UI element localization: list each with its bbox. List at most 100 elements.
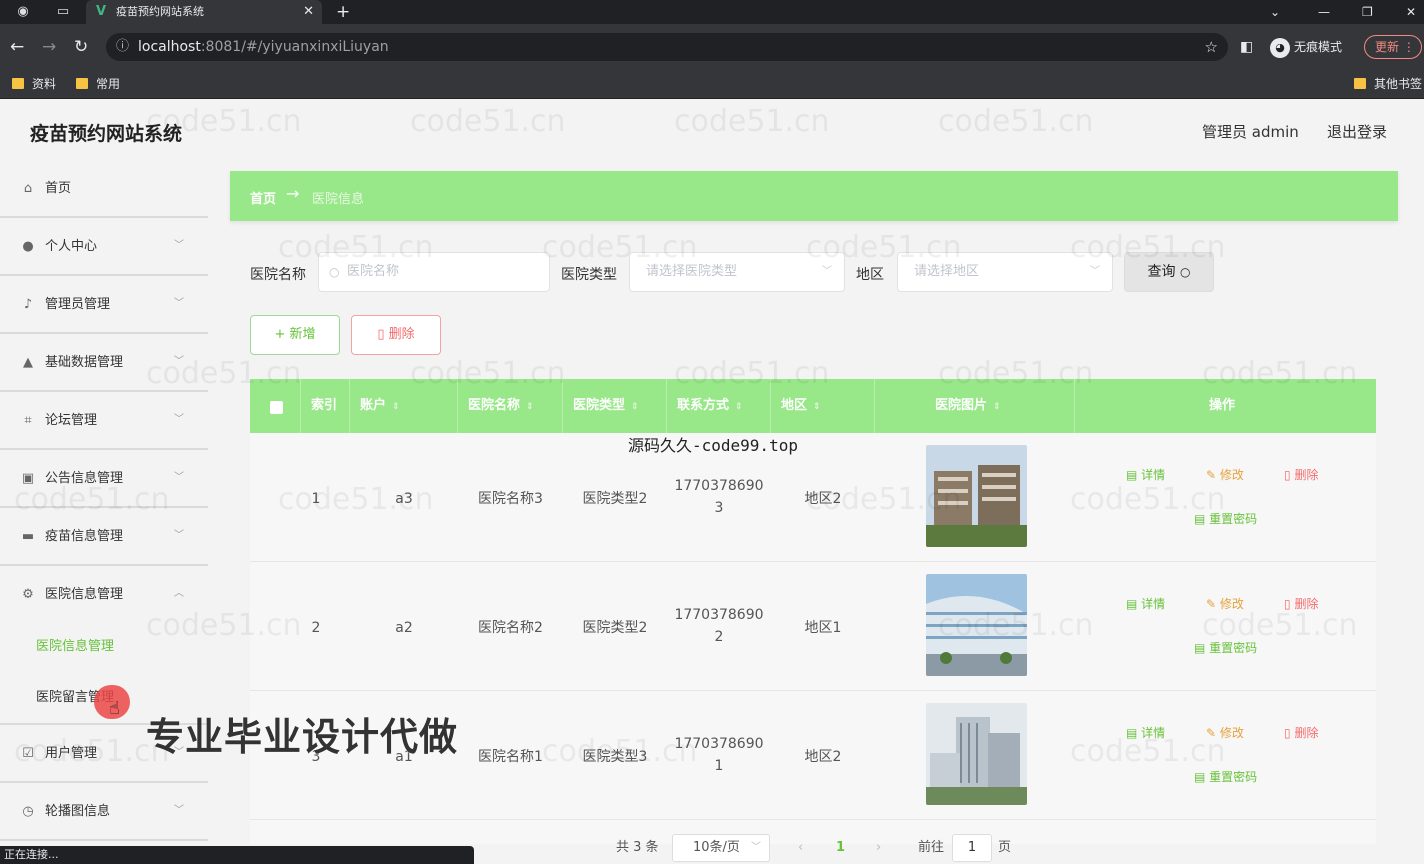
incognito-label: 无痕模式: [1294, 40, 1343, 54]
sidebar-item-base-data[interactable]: ▲ 基础数据管理 ﹀: [0, 334, 208, 392]
sidebar-item-hospital[interactable]: ⚙ 医院信息管理 ︿: [0, 566, 208, 624]
edit-button[interactable]: ✎ 修改: [1206, 467, 1244, 483]
detail-button[interactable]: ▤ 详情: [1126, 596, 1165, 612]
sidebar-item-admins[interactable]: ♪ 管理员管理 ﹀: [0, 276, 208, 334]
column-header-region[interactable]: 地区 ⇕: [771, 379, 875, 433]
delete-button[interactable]: ▯ 删除: [1284, 596, 1318, 612]
browser-toolbar: ← → ↻ ⓘ localhost:8081/#/yiyuanxinxiLiuy…: [0, 24, 1424, 70]
detail-button[interactable]: ▤ 详情: [1126, 467, 1165, 483]
next-page-icon[interactable]: ›: [876, 837, 881, 859]
folder-icon: [76, 78, 88, 89]
cell-name: 医院名称1: [478, 749, 543, 765]
sort-icon: ⇕: [526, 402, 534, 412]
batch-delete-button[interactable]: ▯ 删除: [351, 315, 441, 355]
chevron-down-icon[interactable]: ⌄: [1270, 0, 1280, 24]
maximize-icon[interactable]: ❐: [1362, 0, 1373, 24]
bookmarks-bar: 资料 常用 其他书签: [0, 70, 1424, 99]
sort-icon: ⇕: [813, 402, 821, 412]
info-icon[interactable]: ⓘ: [116, 33, 129, 61]
sidebar-subitem-hospital-info[interactable]: 医院信息管理: [36, 638, 114, 656]
cell-name: 医院名称2: [478, 620, 543, 636]
column-header-actions: 操作: [1209, 398, 1236, 413]
hospital-table: 索引 账户 ⇕ 医院名称 ⇕ 医院类型 ⇕ 联系方式 ⇕ 地区 ⇕ 医院图片 ⇕ 操作 1 …: [250, 379, 1376, 844]
column-header-name[interactable]: 医院名称 ⇕: [458, 379, 563, 433]
sidebar-item-home[interactable]: ⌂ 首页: [0, 160, 208, 218]
address-bar[interactable]: ⓘ localhost:8081/#/yiyuanxinxiLiuyan ☆: [106, 33, 1228, 61]
add-button[interactable]: + 新增: [250, 315, 340, 355]
current-page[interactable]: 1: [836, 837, 845, 859]
search-button[interactable]: 查询 ○: [1124, 252, 1214, 292]
delete-button[interactable]: ▯ 删除: [1284, 725, 1318, 741]
chevron-down-icon: ﹀: [174, 472, 184, 483]
logout-link[interactable]: 退出登录: [1327, 121, 1387, 142]
new-tab-button[interactable]: +: [336, 0, 350, 24]
crop-icon: ⌗: [24, 413, 32, 428]
region-select[interactable]: 请选择地区 ﹀: [897, 252, 1113, 292]
folder-icon: [1354, 78, 1366, 89]
update-label: 更新: [1375, 40, 1400, 54]
column-header-type[interactable]: 医院类型 ⇕: [563, 379, 667, 433]
chevron-up-icon: ︿: [174, 588, 184, 599]
edit-button[interactable]: ✎ 修改: [1206, 725, 1244, 741]
search-icon: ○: [1179, 265, 1191, 279]
sidebar-item-carousel[interactable]: ◷ 轮播图信息 ﹀: [0, 783, 208, 841]
sidebar-item-forum[interactable]: ⌗ 论坛管理 ﹀: [0, 392, 208, 450]
update-button[interactable]: 更新 ⋮: [1364, 35, 1422, 59]
table-row[interactable]: 2 a2 医院名称2 医院类型2 1770378690 2 地区1 ▤ 详情 ✎ …: [250, 562, 1376, 691]
window-close-icon[interactable]: ✕: [1406, 0, 1416, 24]
browser-tab[interactable]: V 疫苗预约网站系统 ✕: [86, 0, 322, 24]
bookmark-folder-2[interactable]: 常用: [76, 74, 120, 94]
browser-status-bar: 正在连接...: [0, 846, 474, 864]
folder-icon: [12, 78, 24, 89]
name-filter-label: 医院名称: [250, 267, 306, 283]
table-header: 索引 账户 ⇕ 医院名称 ⇕ 医院类型 ⇕ 联系方式 ⇕ 地区 ⇕ 医院图片 ⇕ 操作: [250, 379, 1376, 433]
browser-tabbar: ◉ ▭ V 疫苗预约网站系统 ✕ + ⌄ — ❐ ✕: [0, 0, 1424, 24]
minimize-icon[interactable]: —: [1318, 0, 1330, 24]
chevron-down-icon: ﹀: [174, 356, 184, 367]
hospital-image[interactable]: [926, 703, 1027, 805]
page-size-select[interactable]: 10条/页 ﹀: [672, 834, 770, 862]
edit-button[interactable]: ✎ 修改: [1206, 596, 1244, 612]
hospital-image[interactable]: [926, 574, 1027, 676]
other-bookmarks[interactable]: 其他书签: [1354, 74, 1422, 94]
column-header-phone[interactable]: 联系方式 ⇕: [667, 379, 771, 433]
bookmark-star-icon[interactable]: ☆: [1205, 33, 1218, 61]
cell-index: 2: [311, 620, 321, 636]
table-row[interactable]: 1 a3 医院名称3 医院类型2 1770378690 3 地区2 ▤ 详情 ✎ …: [250, 433, 1376, 562]
tab-title: 疫苗预约网站系统: [116, 5, 204, 18]
back-icon[interactable]: ←: [10, 36, 24, 58]
incognito-indicator[interactable]: ◕ 无痕模式: [1270, 36, 1342, 58]
select-all-cell: [250, 379, 301, 433]
column-header-account[interactable]: 账户 ⇕: [350, 379, 458, 433]
goto-page-input[interactable]: 1: [952, 834, 992, 862]
hospital-name-input[interactable]: ○ 医院名称: [318, 252, 550, 292]
cell-index: 1: [311, 491, 321, 507]
forward-icon[interactable]: →: [42, 36, 56, 58]
delete-button[interactable]: ▯ 删除: [1284, 467, 1318, 483]
column-header-index[interactable]: 索引: [301, 379, 350, 433]
url-path: :8081/#/yiyuanxinxiLiuyan: [200, 39, 389, 55]
settings-icon: ⚙: [22, 587, 34, 602]
close-icon[interactable]: ✕: [303, 0, 314, 24]
bookmark-folder-1[interactable]: 资料: [12, 74, 56, 94]
browser-menu-icon[interactable]: ◉: [14, 3, 32, 21]
reset-password-button[interactable]: ▤ 重置密码: [1194, 640, 1257, 656]
detail-button[interactable]: ▤ 详情: [1126, 725, 1165, 741]
tab-switcher-icon[interactable]: ▭: [54, 3, 72, 21]
sidepanel-icon[interactable]: ◧: [1240, 36, 1253, 58]
select-all-checkbox[interactable]: [270, 401, 283, 414]
sidebar-item-notice[interactable]: ▣ 公告信息管理 ﹀: [0, 450, 208, 508]
prev-page-icon[interactable]: ‹: [798, 837, 803, 859]
hospital-type-select[interactable]: 请选择医院类型 ﹀: [629, 252, 845, 292]
sidebar-item-vaccine[interactable]: ▬ 疫苗信息管理 ﹀: [0, 508, 208, 566]
column-header-image[interactable]: 医院图片 ⇕: [875, 379, 1075, 433]
goto-label: 前往: [918, 840, 945, 855]
reset-password-button[interactable]: ▤ 重置密码: [1194, 511, 1257, 527]
reset-password-button[interactable]: ▤ 重置密码: [1194, 769, 1257, 785]
hospital-image[interactable]: [926, 445, 1027, 547]
sidebar-item-profile[interactable]: ● 个人中心 ﹀: [0, 218, 208, 276]
breadcrumb-home[interactable]: 首页: [250, 188, 276, 207]
reload-icon[interactable]: ↻: [74, 36, 88, 58]
overlay-caption: 源码久久-code99.top: [628, 436, 798, 455]
trash-icon: ▯: [1284, 597, 1291, 611]
